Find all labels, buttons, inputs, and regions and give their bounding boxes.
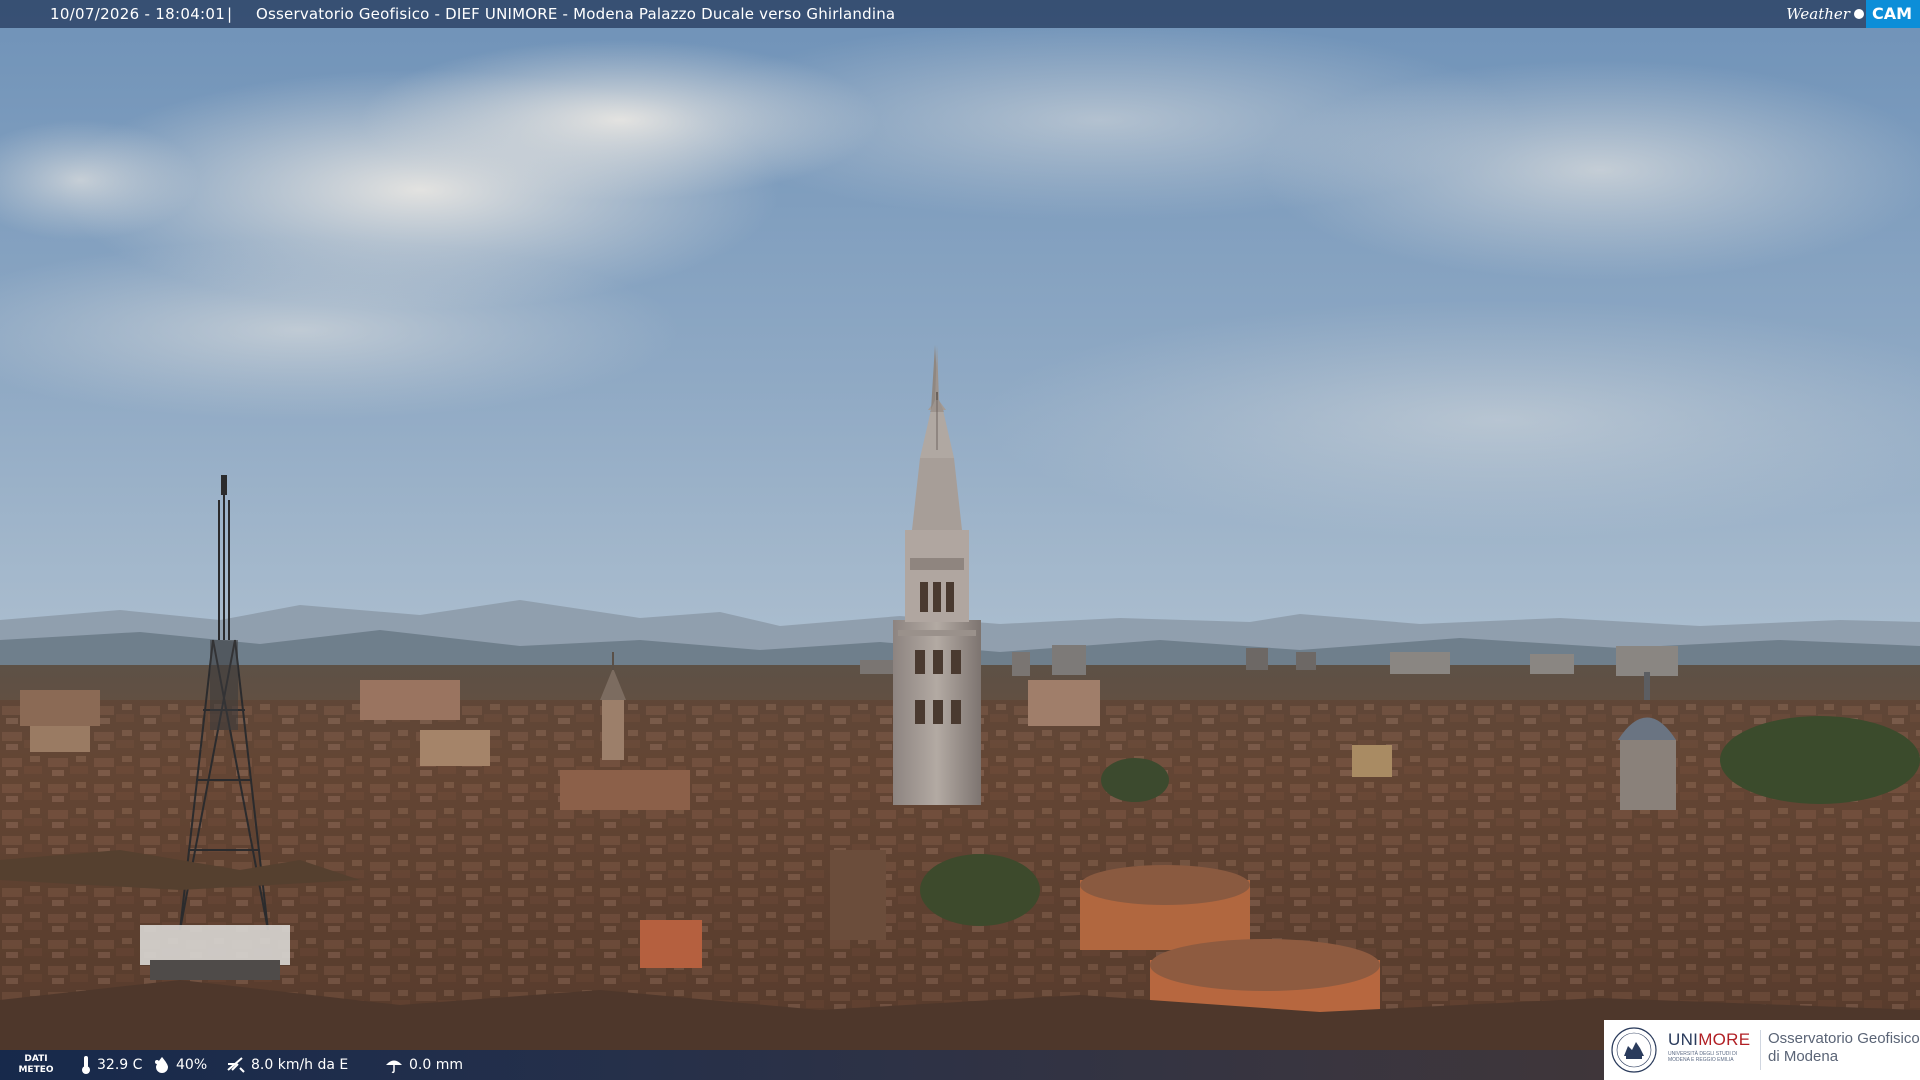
logo-divider <box>1760 1030 1761 1070</box>
timestamp: 10/07/2026 - 18:04:01 <box>50 5 226 23</box>
observatory-name: Osservatorio Geofisico di Modena <box>1768 1030 1920 1066</box>
thermometer-icon <box>82 1056 90 1074</box>
rain-icon <box>386 1060 402 1074</box>
camera-title: Osservatorio Geofisico - DIEF UNIMORE - … <box>256 5 896 23</box>
weather-data-label: DATI METEO <box>14 1054 58 1076</box>
weathercam-logo: Weather CAM <box>1780 0 1920 28</box>
observatory-line2: di Modena <box>1768 1048 1839 1065</box>
weathercam-logo-weather: Weather <box>1786 5 1850 23</box>
wind-icon <box>227 1057 245 1073</box>
wind-reading: 8.0 km/h da E <box>226 1050 348 1080</box>
unimore-seal-icon <box>1611 1027 1657 1073</box>
wind-value: 8.0 km/h da E <box>251 1057 349 1073</box>
temperature-value: 32.9 C <box>97 1057 143 1073</box>
temperature-reading: 32.9 C <box>80 1050 142 1080</box>
webcam-scene <box>0 0 1920 1080</box>
unimore-subtitle: UNIVERSITÀ DEGLI STUDI DI MODENA E REGGI… <box>1668 1051 1738 1063</box>
weathercam-logo-dot-icon <box>1853 9 1864 19</box>
separator: | <box>227 5 233 23</box>
rain-value: 0.0 mm <box>409 1057 463 1073</box>
weather-label-line1: DATI <box>24 1054 48 1064</box>
observatory-line1: Osservatorio Geofisico <box>1768 1030 1920 1047</box>
humidity-reading: 40% <box>153 1050 207 1080</box>
humidity-drop-icon <box>155 1057 168 1073</box>
unimore-name-more: MORE <box>1698 1030 1751 1049</box>
weathercam-logo-cam: CAM <box>1865 0 1920 28</box>
rain-reading: 0.0 mm <box>384 1050 463 1080</box>
unimore-logo-box: UNIMORE UNIVERSITÀ DEGLI STUDI DI MODENA… <box>1604 1020 1920 1080</box>
unimore-name: UNIMORE <box>1668 1030 1750 1050</box>
top-overlay-bar: 10/07/2026 - 18:04:01 | Osservatorio Geo… <box>0 0 1920 28</box>
humidity-value: 40% <box>176 1057 208 1073</box>
unimore-name-uni: UNI <box>1668 1030 1699 1049</box>
weather-label-line2: METEO <box>18 1065 54 1075</box>
